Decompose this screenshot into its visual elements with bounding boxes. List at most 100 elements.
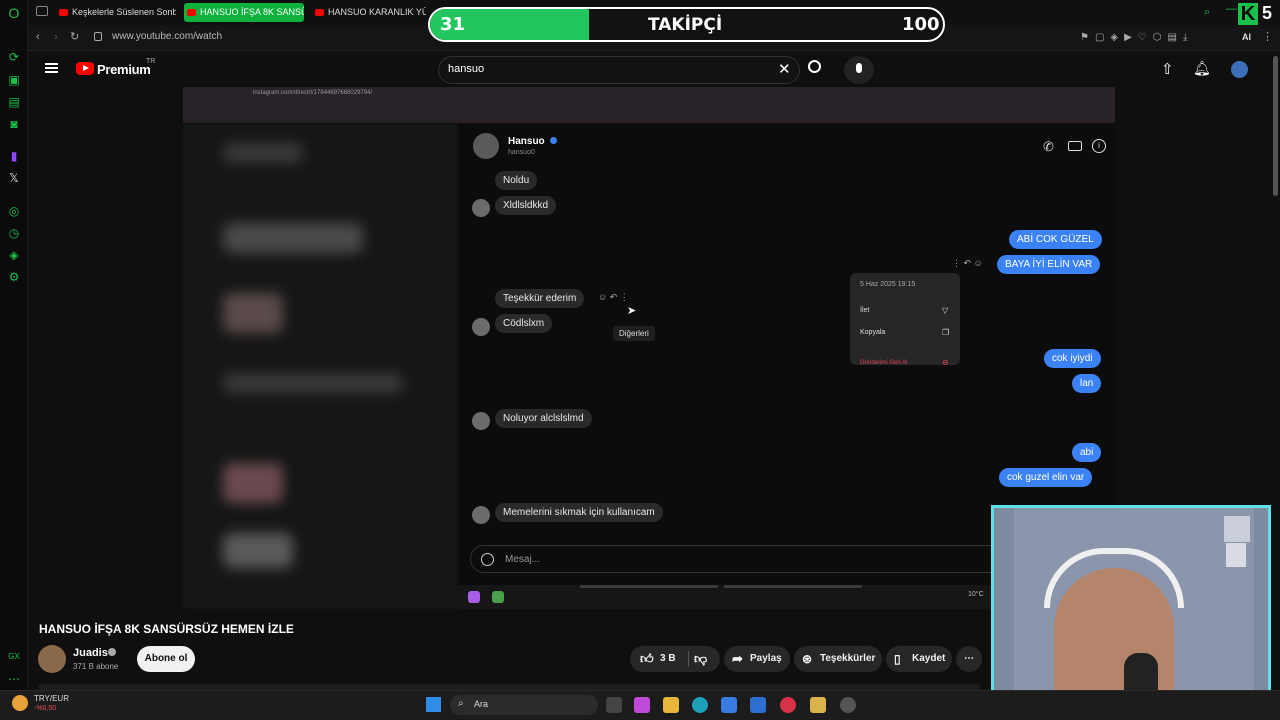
menu-dots-icon[interactable]: ⋮ (1262, 30, 1273, 43)
mouse-cursor-icon: ➤ (627, 305, 637, 317)
gx-icon[interactable]: GX (7, 650, 21, 664)
twitch-icon[interactable]: ▮ (7, 149, 21, 163)
app-icon (492, 591, 504, 603)
thanks-button[interactable]: ⊛ Teşekkürler (794, 646, 882, 672)
ai-button[interactable]: AI (1242, 32, 1251, 42)
forward-icon[interactable]: › (54, 31, 58, 43)
sidebar-control-icon[interactable]: ⟳ (7, 50, 21, 64)
edge-icon[interactable] (692, 697, 708, 713)
follower-label: TAKİPÇİ (648, 15, 723, 35)
youtube-logo-icon[interactable] (76, 62, 94, 75)
verified-icon (108, 648, 116, 656)
windows-start-icon[interactable] (426, 697, 441, 712)
search-input[interactable] (438, 56, 800, 84)
ticker-name[interactable]: TRY/EUR (34, 694, 69, 703)
toolbar-icons[interactable]: ⚑▢◈▶♡⬡▤⤓ (1080, 32, 1193, 43)
file-explorer-icon[interactable] (663, 697, 679, 713)
league-icon[interactable] (810, 697, 826, 713)
app-icon (468, 591, 480, 603)
store-icon[interactable] (721, 697, 737, 713)
back-icon[interactable]: ‹ (36, 31, 40, 43)
subscribe-button[interactable]: Abone ol (137, 646, 195, 672)
blurred-inbox (183, 123, 458, 609)
taskbar-search-label: Ara (474, 699, 489, 709)
follower-goal: 100 (902, 14, 940, 35)
taskbar-search[interactable]: ⌕ Ara (450, 695, 598, 715)
player-icon[interactable]: ◎ (7, 204, 21, 218)
tab-2-active[interactable]: HANSUO İFŞA 8K SANSÜ (184, 3, 304, 22)
search-icon[interactable] (808, 60, 821, 73)
like-icon[interactable]: 👍︎ (640, 646, 654, 672)
msg-right: cok guzel elin var (999, 468, 1093, 487)
tab-1[interactable]: Keşkelerle Süslenen Sonb (56, 3, 176, 22)
sidebar-bag-icon[interactable]: ▣ (7, 73, 21, 87)
minimize-icon[interactable]: — (1226, 3, 1237, 15)
taskbar-search-icon: ⌕ (458, 698, 464, 709)
logo-premium-text[interactable]: Premium (97, 62, 151, 77)
recorded-browser-bar: instagram.com/direct/t/17844697668029794… (183, 87, 1115, 123)
msg-left: Xldlsldkkd (495, 196, 557, 215)
page-scrollbar[interactable] (1273, 56, 1278, 196)
reply-react-icons: ⋮ ↶ ☺ (952, 258, 983, 268)
follower-current: 31 (440, 14, 466, 35)
upload-icon[interactable]: ⇧ (1161, 60, 1174, 78)
opera-logo-icon[interactable]: O (7, 6, 21, 20)
tab-menu-icon[interactable] (36, 6, 48, 16)
more-icon[interactable]: ⋯ (7, 672, 21, 686)
voice-search-button[interactable] (844, 56, 874, 84)
clear-search-icon[interactable]: ✕ (778, 60, 791, 78)
search-value[interactable]: hansuo (448, 63, 484, 75)
stock-widget-icon[interactable] (12, 695, 28, 711)
like-count[interactable]: 3 B (660, 646, 676, 672)
settings-icon[interactable]: ⚙ (7, 270, 21, 284)
msg-right: abi (1072, 443, 1102, 462)
reload-icon[interactable]: ↻ (70, 30, 79, 43)
extensions-icon[interactable]: ◈ (7, 248, 21, 262)
url-text[interactable]: www.youtube.com/watch (112, 31, 222, 42)
task-view-icon[interactable] (606, 697, 622, 713)
search-tabs-icon[interactable]: ⌕ (1204, 6, 1210, 19)
task-indicator (580, 585, 718, 588)
notifications-icon[interactable]: 🔔︎ (1193, 60, 1211, 77)
overlay-number: 5 (1262, 3, 1273, 23)
weather-text: 10°C (968, 591, 984, 598)
share-label: Paylaş (750, 653, 782, 664)
forward-icon: ▽ (942, 306, 949, 315)
chat-avatar-small (472, 412, 490, 430)
share-icon: ➦ (732, 651, 743, 666)
video-player[interactable]: instagram.com/direct/t/17844697668029794… (183, 87, 1115, 609)
mail-icon[interactable] (750, 697, 766, 713)
context-menu-item-danger: Gönderimi Geri Al (860, 360, 908, 366)
msg-left: Memelerini sıkmak için kullanıcam (495, 503, 663, 522)
wall-frame (1226, 543, 1246, 567)
kick-logo: K (1238, 3, 1258, 25)
copilot-icon[interactable] (634, 697, 650, 713)
msg-right: lan (1072, 374, 1102, 393)
tooltip: Diğerleri (613, 326, 655, 341)
save-button[interactable]: ▯ Kaydet (886, 646, 952, 672)
lock-icon (94, 32, 102, 41)
dislike-icon[interactable]: 👎︎ (694, 646, 707, 672)
browser-sidebar: O ⟳ ▣ ▤ ◙ ▮ 𝕏 ◎ ◷ ◈ ⚙ GX ⋯ (0, 0, 28, 690)
avatar[interactable] (1231, 61, 1248, 78)
channel-name[interactable]: Juadis (73, 647, 108, 659)
msg-right: ABİ COK GÜZEL (1009, 230, 1102, 249)
logo-country: TR (146, 58, 156, 65)
emoji-icon (481, 553, 494, 566)
thanks-icon: ⊛ (802, 652, 813, 666)
opera-gx-taskbar-icon[interactable] (780, 697, 796, 713)
hamburger-menu-icon[interactable] (45, 63, 58, 65)
tab-3[interactable]: HANSUO KARANLIK YÜZ (312, 3, 426, 22)
verified-icon (550, 137, 557, 144)
share-button[interactable]: ➦ Paylaş (724, 646, 790, 672)
more-actions-button[interactable]: ⋯ (956, 646, 982, 672)
obs-icon[interactable] (840, 697, 856, 713)
history-icon[interactable]: ◷ (7, 226, 21, 240)
sidebar-cleaner-icon[interactable]: ▤ (7, 95, 21, 109)
x-icon[interactable]: 𝕏 (7, 171, 21, 185)
thanks-label: Teşekkürler (820, 653, 876, 664)
ticker-change: -%0,50 (34, 705, 57, 712)
chat-user-name: Hansuo (508, 136, 545, 147)
sidebar-messenger-icon[interactable]: ◙ (7, 117, 21, 131)
channel-avatar[interactable] (38, 645, 66, 673)
